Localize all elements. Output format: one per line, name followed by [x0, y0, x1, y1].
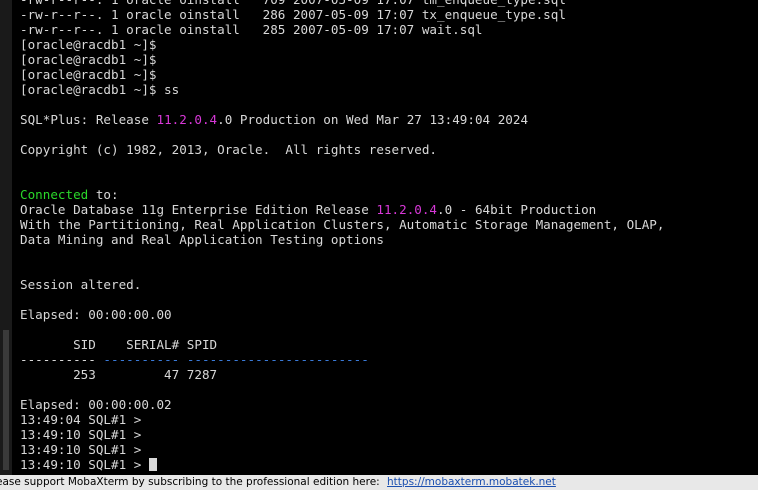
terminal-text: SQL*Plus: Release	[20, 112, 157, 127]
mobaxterm-link[interactable]: https://mobaxterm.mobatek.net	[387, 476, 556, 488]
terminal-line: 13:49:10 SQL#1 >	[20, 442, 758, 457]
terminal-text: SID SERIAL# SPID	[20, 337, 218, 352]
terminal-line: Elapsed: 00:00:00.00	[20, 307, 758, 322]
terminal-text: .0 Production on Wed Mar 27 13:49:04 202…	[217, 112, 529, 127]
terminal-text: Session altered.	[20, 277, 142, 292]
terminal-text: [oracle@racdb1 ~]$	[20, 67, 157, 82]
terminal-line: SQL*Plus: Release 11.2.0.4.0 Production …	[20, 112, 758, 127]
terminal-text: 13:49:04 SQL#1 >	[20, 412, 142, 427]
terminal-line: ---------- ---------- ------------------…	[20, 352, 758, 367]
terminal-line: 13:49:10 SQL#1 >	[20, 427, 758, 442]
terminal-text: ------------------------	[186, 352, 369, 367]
terminal-line: [oracle@racdb1 ~]$	[20, 52, 758, 67]
terminal-text: Elapsed: 00:00:00.00	[20, 307, 172, 322]
terminal-line: 13:49:04 SQL#1 >	[20, 412, 758, 427]
terminal-text: -rw-r--r--. 1 oracle oinstall 286 2007-0…	[20, 7, 566, 22]
terminal-output[interactable]: -rw-r--r--. 1 oracle oinstall 709 2007-0…	[20, 0, 758, 475]
terminal-text: 11.2.0.4	[376, 202, 438, 217]
terminal-line: Elapsed: 00:00:00.02	[20, 397, 758, 412]
terminal-line: SID SERIAL# SPID	[20, 337, 758, 352]
terminal-text: 13:49:10 SQL#1 >	[20, 427, 142, 442]
left-scroll-gutter[interactable]	[0, 0, 12, 475]
terminal-line: Oracle Database 11g Enterprise Edition R…	[20, 202, 758, 217]
terminal-line: -rw-r--r--. 1 oracle oinstall 285 2007-0…	[20, 22, 758, 37]
terminal-text: Data Mining and Real Application Testing…	[20, 232, 384, 247]
terminal-line: Copyright (c) 1982, 2013, Oracle. All ri…	[20, 142, 758, 157]
status-bar: ease support MobaXterm by subscribing to…	[0, 475, 758, 490]
terminal-line: With the Partitioning, Real Application …	[20, 217, 758, 232]
terminal-cursor	[148, 458, 157, 471]
terminal-text: 13:49:10 SQL#1 >	[20, 442, 142, 457]
terminal-line: Connected to:	[20, 187, 758, 202]
terminal-text: ----------	[103, 352, 180, 367]
terminal-text: With the Partitioning, Real Application …	[20, 217, 665, 232]
terminal-text: .0 - 64bit Production	[437, 202, 597, 217]
terminal-line: [oracle@racdb1 ~]$ ss	[20, 82, 758, 97]
terminal-text: Copyright (c) 1982, 2013, Oracle. All ri…	[20, 142, 438, 157]
terminal-text: -rw-r--r--. 1 oracle oinstall 285 2007-0…	[20, 22, 483, 37]
terminal-text: Elapsed: 00:00:00.02	[20, 397, 172, 412]
terminal-text: to:	[88, 187, 119, 202]
status-message: ease support MobaXterm by subscribing to…	[0, 476, 380, 488]
terminal-text: Oracle Database 11g Enterprise Edition R…	[20, 202, 377, 217]
terminal-line: [oracle@racdb1 ~]$	[20, 37, 758, 52]
terminal-text: 11.2.0.4	[156, 112, 218, 127]
terminal-line: Data Mining and Real Application Testing…	[20, 232, 758, 247]
terminal-text: [oracle@racdb1 ~]$	[20, 52, 157, 67]
terminal-text: [oracle@racdb1 ~]$ ss	[20, 82, 180, 97]
terminal-text: 13:49:10 SQL#1 >	[20, 457, 149, 472]
terminal-text: ----------	[20, 352, 104, 367]
terminal-line: Session altered.	[20, 277, 758, 292]
terminal-line: 13:49:10 SQL#1 >	[20, 457, 758, 472]
terminal-text: -rw-r--r--. 1 oracle oinstall 709 2007-0…	[20, 0, 566, 7]
scroll-thumb[interactable]	[3, 330, 9, 470]
terminal-line: 253 47 7287	[20, 367, 758, 382]
terminal-line: -rw-r--r--. 1 oracle oinstall 709 2007-0…	[20, 0, 758, 7]
terminal-text: [oracle@racdb1 ~]$	[20, 37, 157, 52]
terminal-line: -rw-r--r--. 1 oracle oinstall 286 2007-0…	[20, 7, 758, 22]
terminal-text: 253 47 7287	[20, 367, 218, 382]
terminal-text: Connected	[20, 187, 89, 202]
terminal-line: [oracle@racdb1 ~]$	[20, 67, 758, 82]
